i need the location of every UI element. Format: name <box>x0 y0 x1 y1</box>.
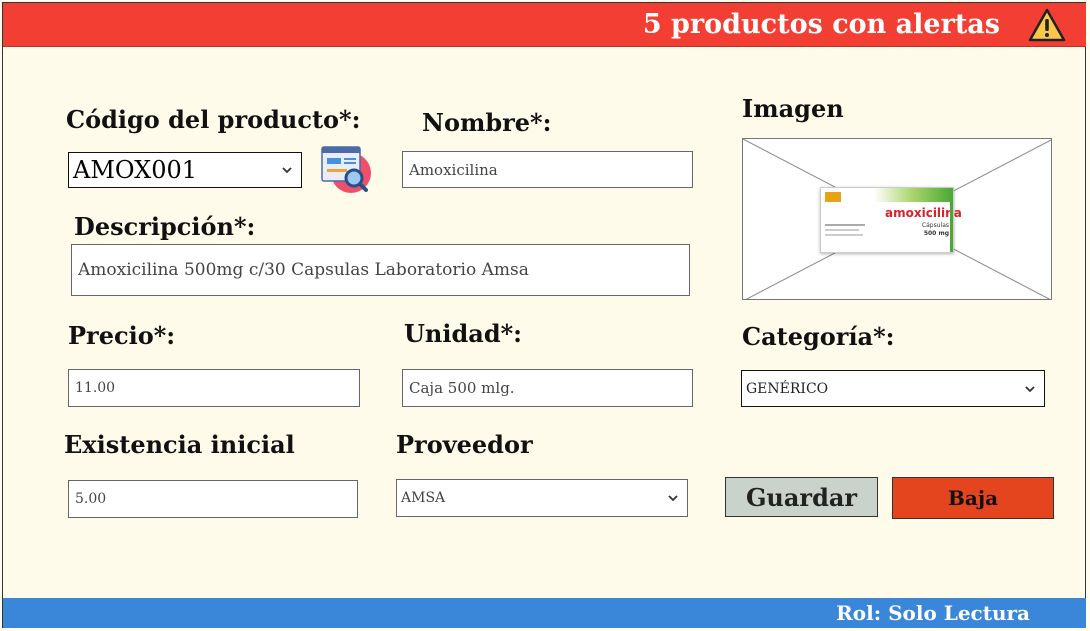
existencia-label: Existencia inicial <box>64 430 295 459</box>
descripcion-input[interactable]: Amoxicilina 500mg c/30 Capsulas Laborato… <box>71 244 690 296</box>
descripcion-value: Amoxicilina 500mg c/30 Capsulas Laborato… <box>78 260 529 280</box>
categoria-select[interactable]: GENÉRICO <box>741 370 1045 407</box>
proveedor-select[interactable]: AMSA <box>396 479 688 517</box>
nombre-value: Amoxicilina <box>409 160 498 179</box>
chevron-down-icon <box>282 167 292 174</box>
chevron-down-icon <box>668 495 678 502</box>
codigo-value: AMOX001 <box>73 156 198 184</box>
existencia-value: 5.00 <box>75 491 107 507</box>
unidad-value: Caja 500 mlg. <box>409 379 515 397</box>
descripcion-label: Descripción*: <box>74 212 256 241</box>
app-frame <box>2 2 1086 628</box>
nombre-label: Nombre*: <box>422 108 552 137</box>
role-text: Rol: Solo Lectura <box>836 601 1030 625</box>
proveedor-label: Proveedor <box>396 430 533 459</box>
codigo-label: Código del producto*: <box>66 105 361 134</box>
medicine-box-image: amoxicilina Cápsulas 500 mg <box>820 187 962 253</box>
role-bar: Rol: Solo Lectura <box>3 598 1086 628</box>
product-search-icon[interactable] <box>318 143 374 195</box>
categoria-value: GENÉRICO <box>746 380 829 397</box>
delete-button[interactable]: Baja <box>892 477 1054 519</box>
alert-text[interactable]: 5 productos con alertas <box>643 9 1000 40</box>
unidad-input[interactable]: Caja 500 mlg. <box>402 369 693 407</box>
capsulas-text: Cápsulas <box>921 222 949 229</box>
precio-input[interactable]: 11.00 <box>68 369 360 407</box>
alert-bar[interactable]: 5 productos con alertas <box>3 3 1086 47</box>
existencia-input[interactable]: 5.00 <box>68 480 358 518</box>
precio-value: 11.00 <box>75 380 116 396</box>
categoria-label: Categoría*: <box>742 322 895 351</box>
precio-label: Precio*: <box>68 321 176 350</box>
unidad-label: Unidad*: <box>404 319 523 348</box>
proveedor-value: AMSA <box>401 490 446 506</box>
chevron-down-icon <box>1025 385 1035 392</box>
warning-icon[interactable] <box>1027 7 1067 43</box>
nombre-input[interactable]: Amoxicilina <box>402 151 693 188</box>
dose-text: 500 mg <box>923 230 949 237</box>
product-image[interactable]: amoxicilina Cápsulas 500 mg <box>742 138 1052 300</box>
codigo-select[interactable]: AMOX001 <box>68 152 302 188</box>
imagen-label: Imagen <box>742 94 844 123</box>
save-button[interactable]: Guardar <box>725 477 878 517</box>
